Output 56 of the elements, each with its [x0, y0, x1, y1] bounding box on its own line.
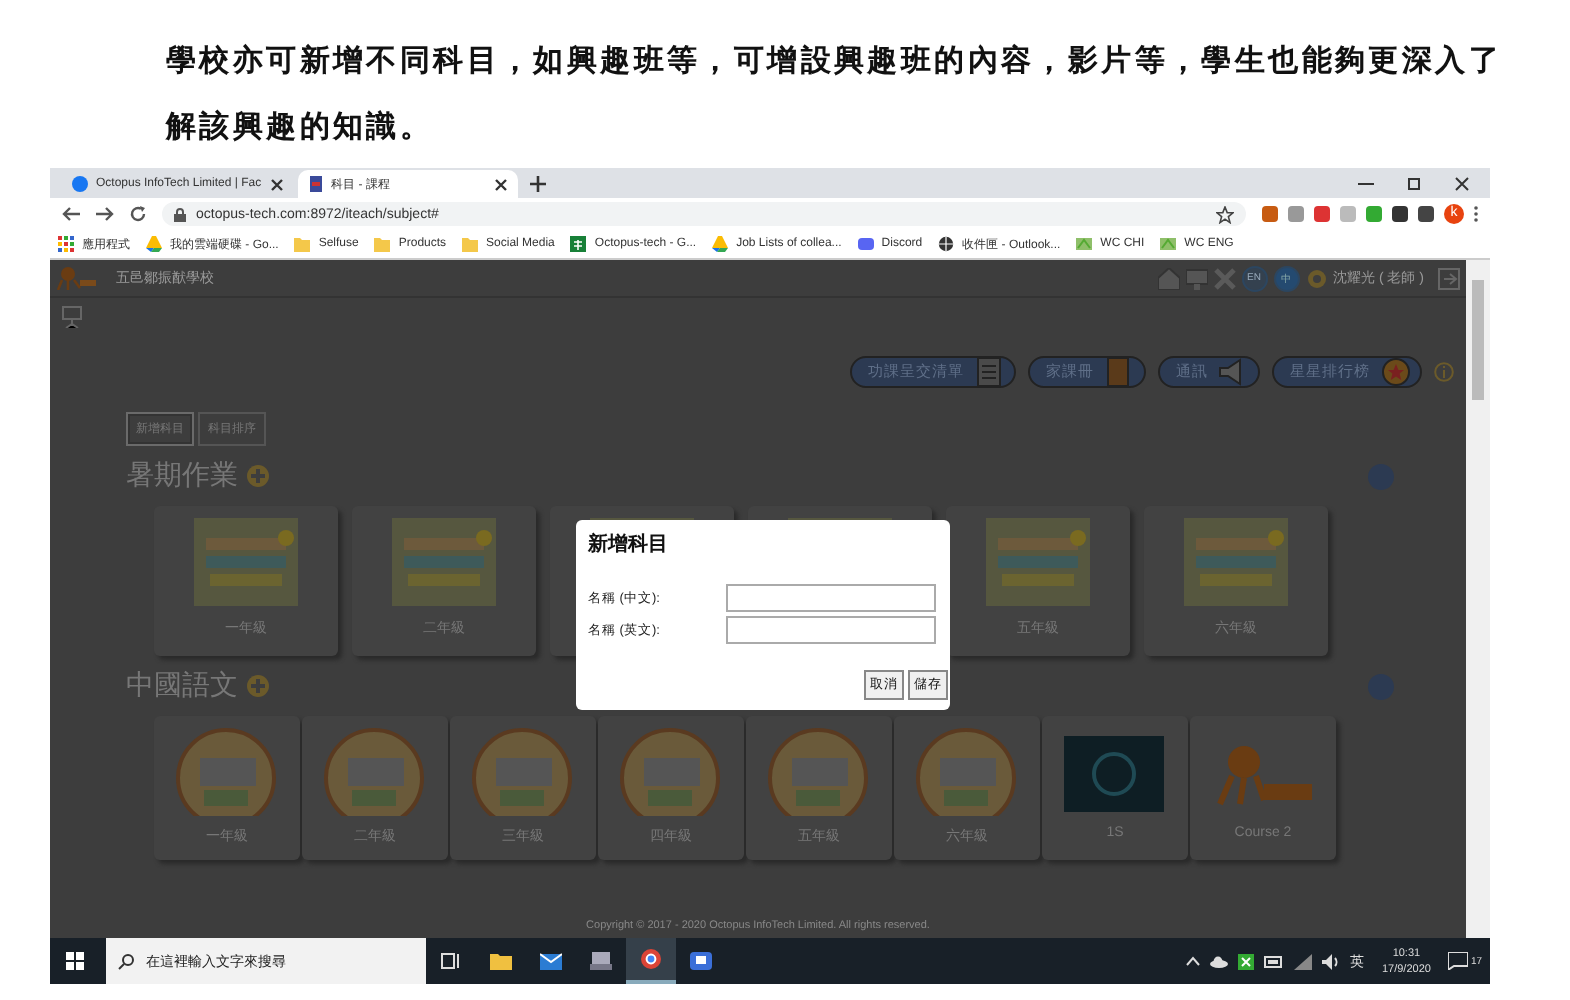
- chinese-badge-drawing: [767, 728, 871, 816]
- star-medal-icon: [1380, 358, 1412, 386]
- summer-holiday-drawing: [194, 518, 298, 606]
- chat-icon: [857, 236, 874, 252]
- mail-icon[interactable]: [540, 950, 562, 972]
- network-icon[interactable]: [590, 950, 612, 972]
- sheet-icon: [570, 236, 587, 252]
- reload-icon[interactable]: [130, 206, 146, 222]
- summer-holiday-drawing: [392, 518, 496, 606]
- input-field[interactable]: [726, 616, 936, 644]
- list-document-icon: [974, 358, 1006, 386]
- back-arrow-icon[interactable]: [62, 206, 80, 222]
- lock-icon: [174, 207, 186, 221]
- dialog-title: 新增科目: [588, 530, 670, 558]
- folder-icon: [294, 236, 311, 252]
- close-icon[interactable]: [1454, 175, 1470, 191]
- task-view-icon[interactable]: [440, 950, 462, 972]
- tray-app-icon[interactable]: [1237, 953, 1254, 969]
- close-icon[interactable]: [493, 177, 508, 191]
- restore-icon[interactable]: [1406, 175, 1422, 191]
- star-icon[interactable]: [1216, 205, 1234, 223]
- chinese-badge-drawing: [915, 728, 1019, 816]
- input-field[interactable]: [726, 584, 936, 612]
- chinese-badge-drawing: [619, 728, 723, 816]
- folder-icon: [462, 236, 479, 252]
- chinese-badge-drawing: [471, 728, 575, 816]
- forward-arrow-icon[interactable]: [96, 206, 114, 222]
- speaker-icon[interactable]: [1321, 953, 1340, 969]
- battery-icon[interactable]: [1263, 955, 1284, 967]
- close-icon[interactable]: [269, 177, 284, 191]
- page-icon: [307, 176, 324, 192]
- cloud-icon[interactable]: [1209, 955, 1228, 967]
- chinese-badge-drawing: [323, 728, 427, 816]
- chinese-badge-drawing: [175, 728, 279, 816]
- summer-holiday-drawing: [1184, 518, 1288, 606]
- caret-icon[interactable]: [1185, 956, 1200, 966]
- presentation-icon[interactable]: [62, 306, 82, 328]
- scrollbar[interactable]: [1466, 260, 1490, 938]
- summer-holiday-drawing: [986, 518, 1090, 606]
- drive-icon: [146, 236, 162, 252]
- globe-icon: [938, 236, 955, 252]
- page-icon: [72, 176, 88, 192]
- search-icon: [118, 953, 134, 969]
- folder-icon[interactable]: [490, 950, 512, 972]
- message-icon: [1448, 952, 1469, 970]
- folder-icon: [374, 236, 391, 252]
- drive-icon: [712, 236, 729, 252]
- apps-grid-icon: [58, 236, 74, 252]
- document-paragraph: 學校亦可新增不同科目，如興趣班等，可增設興趣班的內容，影片等，學生也能夠更深入了解該興趣的知識。: [166, 40, 1504, 148]
- chat-window-icon[interactable]: [690, 950, 712, 972]
- browser-icon[interactable]: [640, 948, 662, 970]
- plus-icon[interactable]: [529, 175, 546, 191]
- wifi-icon[interactable]: [1293, 953, 1312, 969]
- section-title: 暑期作業: [126, 458, 238, 494]
- section-title: 中國語文: [126, 668, 238, 704]
- windows-start-icon[interactable]: [66, 952, 84, 970]
